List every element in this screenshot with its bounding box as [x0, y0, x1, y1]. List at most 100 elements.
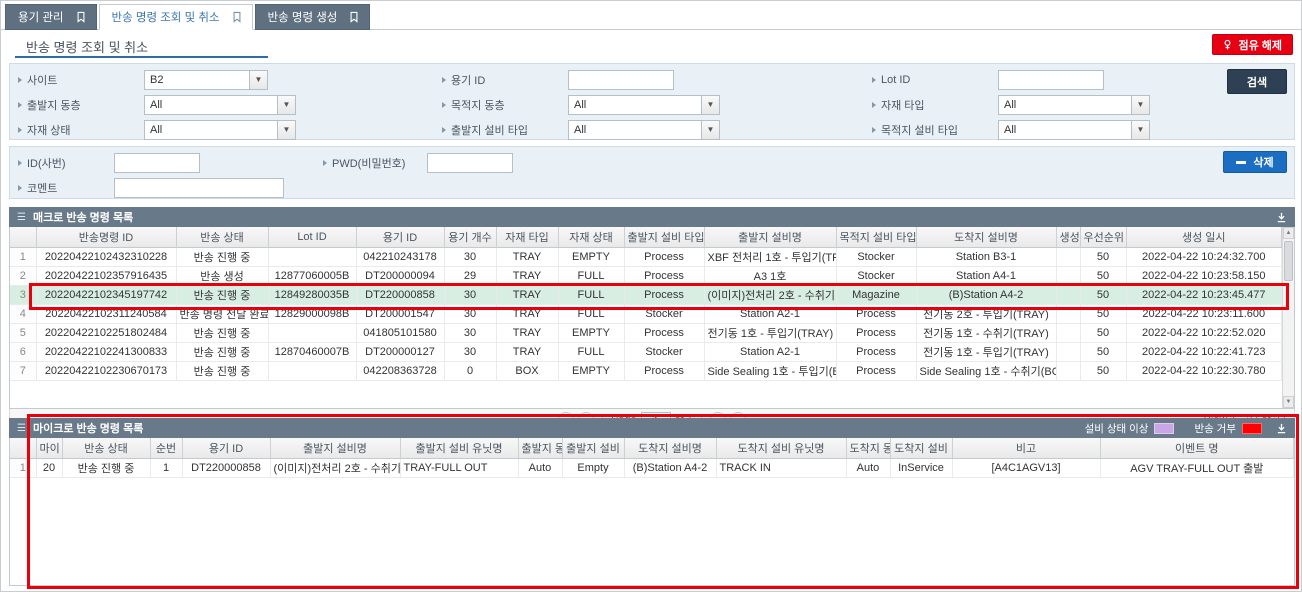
- tab-transfer-create[interactable]: 반송 명령 생성: [255, 4, 371, 30]
- table-row[interactable]: 720220422102230670173반송 진행 중042208363728…: [10, 361, 1282, 380]
- column-header[interactable]: 마이: [36, 438, 62, 458]
- cell: TRAY: [496, 323, 558, 342]
- comment-input[interactable]: [114, 178, 284, 198]
- cell: (B)Station A4-2: [916, 285, 1056, 304]
- cell: 12870460007B: [268, 342, 356, 361]
- table-row[interactable]: 520220422102251802484반송 진행 중041805101580…: [10, 323, 1282, 342]
- column-header[interactable]: 출발지 설비명: [704, 227, 836, 247]
- cell: [1056, 247, 1080, 266]
- column-header[interactable]: 용기 ID: [356, 227, 444, 247]
- column-header[interactable]: 도착지 설비 유닛명: [716, 438, 846, 458]
- container-id-input[interactable]: [568, 70, 674, 90]
- dropdown-arrow-icon[interactable]: ▼: [1131, 96, 1149, 114]
- cell: EMPTY: [558, 361, 624, 380]
- dropdown-arrow-icon[interactable]: ▼: [277, 121, 295, 139]
- delete-button[interactable]: 삭제: [1223, 151, 1287, 173]
- column-header[interactable]: 비고: [952, 438, 1100, 458]
- column-header[interactable]: 용기 ID: [182, 438, 270, 458]
- employee-id-input[interactable]: [114, 153, 200, 173]
- cell: [268, 361, 356, 380]
- cell: 30: [444, 323, 496, 342]
- cell: Process: [624, 323, 704, 342]
- material-type-select[interactable]: All▼: [998, 95, 1150, 115]
- scroll-up-icon[interactable]: ▲: [1283, 227, 1294, 239]
- row-number: 1: [10, 458, 36, 477]
- tab-container-management[interactable]: 용기 관리: [5, 4, 97, 30]
- column-header[interactable]: 용기 개수: [444, 227, 496, 247]
- cell: FULL: [558, 285, 624, 304]
- cell: Process: [836, 304, 916, 323]
- filter-grid: 사이트 B2▼ 용기 ID Lot ID 출발지 동층 All▼ 목적지 동층 …: [10, 64, 1294, 145]
- column-header[interactable]: 도착지 설비: [890, 438, 952, 458]
- cell: 2022-04-22 10:23:11.600: [1126, 304, 1282, 323]
- cell: Process: [624, 247, 704, 266]
- column-header[interactable]: 우선순위: [1080, 227, 1126, 247]
- column-header[interactable]: 생성자: [1056, 227, 1080, 247]
- column-header[interactable]: 도착지 설비명: [916, 227, 1056, 247]
- search-button[interactable]: 검색: [1227, 69, 1287, 94]
- download-icon[interactable]: [1276, 212, 1287, 223]
- column-header[interactable]: 출발지 설비명: [270, 438, 400, 458]
- src-floor-select[interactable]: All▼: [144, 95, 296, 115]
- table-row[interactable]: 120반송 진행 중1DT220000858(이미지)전처리 2호 - 수취기T…: [10, 458, 1294, 477]
- column-header[interactable]: Lot ID: [268, 227, 356, 247]
- tab-transfer-query-cancel[interactable]: 반송 명령 조회 및 취소: [99, 4, 253, 30]
- column-header[interactable]: 반송 상태: [176, 227, 268, 247]
- cell: A3 1호: [704, 266, 836, 285]
- column-header[interactable]: 이벤트 명: [1100, 438, 1294, 458]
- column-header[interactable]: 도착지 동층: [846, 438, 890, 458]
- download-icon[interactable]: [1276, 423, 1287, 434]
- column-header[interactable]: 목적지 설비 타입: [836, 227, 916, 247]
- dropdown-arrow-icon[interactable]: ▼: [1131, 121, 1149, 139]
- cell: 반송 명령 전달 완료: [176, 304, 268, 323]
- table-row[interactable]: 320220422102345197742반송 진행 중12849280035B…: [10, 285, 1282, 304]
- cell: Stocker: [624, 304, 704, 323]
- row-number: 4: [10, 304, 36, 323]
- column-header[interactable]: 자재 상태: [558, 227, 624, 247]
- material-status-select[interactable]: All▼: [144, 120, 296, 140]
- dst-floor-select[interactable]: All▼: [568, 95, 720, 115]
- dropdown-arrow-icon[interactable]: ▼: [249, 71, 267, 89]
- scrollbar-thumb[interactable]: [1284, 241, 1293, 281]
- list-icon: ☰: [17, 212, 26, 223]
- dropdown-arrow-icon[interactable]: ▼: [277, 96, 295, 114]
- row-number-header: [10, 227, 36, 247]
- column-header[interactable]: 출발지 설비 유닛명: [400, 438, 518, 458]
- title-bar: 반송 명령 조회 및 취소 점유 해제: [1, 30, 1301, 59]
- column-header[interactable]: 출발지 설비: [562, 438, 624, 458]
- column-header[interactable]: 반송명령 ID: [36, 227, 176, 247]
- column-header[interactable]: 자재 타입: [496, 227, 558, 247]
- cell: TRAY-FULL OUT: [400, 458, 518, 477]
- lot-id-input[interactable]: [998, 70, 1104, 90]
- cell: 2022-04-22 10:22:52.020: [1126, 323, 1282, 342]
- label-arrow-icon: [442, 102, 446, 108]
- column-header[interactable]: 반송 상태: [62, 438, 150, 458]
- release-occupancy-button[interactable]: 점유 해제: [1212, 34, 1293, 55]
- cell: FULL: [558, 304, 624, 323]
- column-header[interactable]: 도착지 설비명: [624, 438, 716, 458]
- dst-equip-type-select[interactable]: All▼: [998, 120, 1150, 140]
- cell: Process: [624, 361, 704, 380]
- column-header[interactable]: 생성 일시: [1126, 227, 1282, 247]
- table-row[interactable]: 620220422102241300833반송 진행 중12870460007B…: [10, 342, 1282, 361]
- filter-panel: 사이트 B2▼ 용기 ID Lot ID 출발지 동층 All▼ 목적지 동층 …: [9, 63, 1295, 140]
- src-equip-type-select[interactable]: All▼: [568, 120, 720, 140]
- dropdown-arrow-icon[interactable]: ▼: [701, 96, 719, 114]
- cell: 반송 진행 중: [176, 247, 268, 266]
- column-header[interactable]: 순번: [150, 438, 182, 458]
- macro-table: 반송명령 ID반송 상태Lot ID용기 ID용기 개수자재 타입자재 상태출발…: [10, 227, 1282, 381]
- column-header[interactable]: 출발지 동층: [518, 438, 562, 458]
- cell: 042208363728: [356, 361, 444, 380]
- column-header[interactable]: 출발지 설비 타입: [624, 227, 704, 247]
- password-input[interactable]: [427, 153, 513, 173]
- table-row[interactable]: 420220422102311240584반송 명령 전달 완료12829000…: [10, 304, 1282, 323]
- table-row[interactable]: 220220422102357916435반송 생성12877060005BDT…: [10, 266, 1282, 285]
- site-select[interactable]: B2▼: [144, 70, 268, 90]
- cell: 1: [150, 458, 182, 477]
- dropdown-arrow-icon[interactable]: ▼: [701, 121, 719, 139]
- tab-label: 반송 명령 조회 및 취소: [112, 9, 220, 25]
- vertical-scrollbar[interactable]: ▲ ▼: [1282, 227, 1294, 408]
- table-row[interactable]: 120220422102432310228반송 진행 중042210243178…: [10, 247, 1282, 266]
- scroll-down-icon[interactable]: ▼: [1283, 396, 1294, 408]
- app-window: 용기 관리 반송 명령 조회 및 취소 반송 명령 생성 반송 명령 조회 및 …: [0, 0, 1302, 592]
